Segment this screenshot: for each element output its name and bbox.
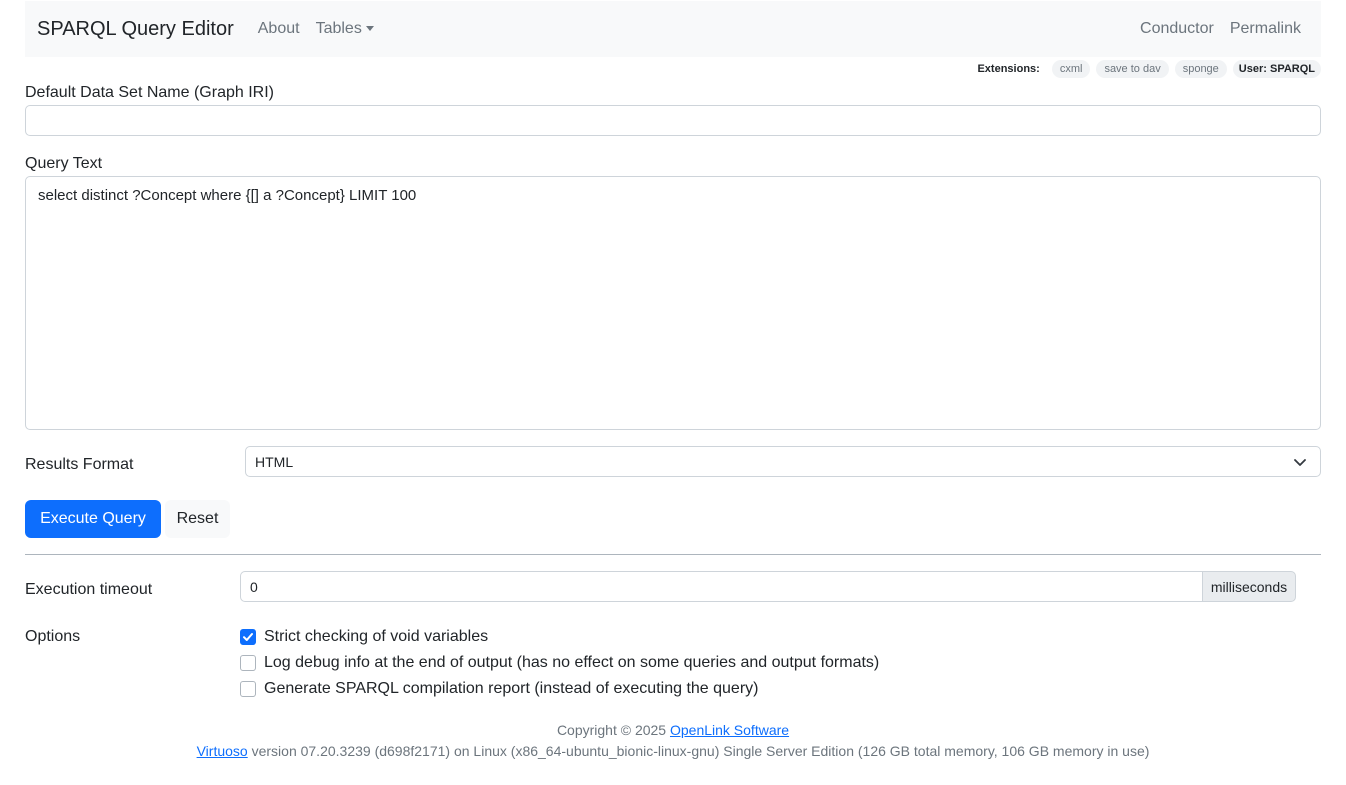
chevron-down-icon (1294, 459, 1306, 466)
timeout-label: Execution timeout (25, 581, 153, 598)
timeout-unit-addon: milliseconds (1202, 571, 1296, 602)
option-compilation-report: Generate SPARQL compilation report (inst… (240, 680, 758, 698)
dataset-label: Default Data Set Name (Graph IRI) (25, 84, 274, 101)
divider (25, 554, 1321, 555)
checkmark-icon (243, 633, 253, 641)
nav-conductor-link[interactable]: Conductor (1140, 20, 1214, 38)
timeout-input[interactable] (240, 571, 1202, 602)
option-log-debug: Log debug info at the end of output (has… (240, 654, 879, 672)
query-label: Query Text (25, 155, 103, 172)
query-textarea[interactable]: select distinct ?Concept where {[] a ?Co… (25, 176, 1321, 430)
options-label: Options (25, 628, 81, 645)
nav-permalink-link[interactable]: Permalink (1230, 20, 1301, 38)
openlink-link[interactable]: OpenLink Software (670, 722, 789, 738)
version-text: version 07.20.3239 (d698f2171) on Linux … (251, 743, 1150, 759)
nav-right: Conductor Permalink (1140, 20, 1317, 38)
ext-sponge[interactable]: sponge (1174, 60, 1227, 78)
ext-save-to-dav[interactable]: save to dav (1096, 60, 1169, 78)
compilation-report-label: Generate SPARQL compilation report (inst… (264, 680, 759, 697)
user-badge: User: SPARQL (1232, 60, 1321, 78)
execute-query-button[interactable]: Execute Query (25, 500, 161, 538)
compilation-report-checkbox[interactable] (240, 681, 256, 697)
option-strict-void: Strict checking of void variables (240, 628, 488, 646)
extensions-bar: Extensions: cxml save to dav sponge User… (977, 58, 1321, 80)
caret-down-icon (365, 26, 374, 32)
nav-tables-dropdown[interactable]: Tables (316, 20, 374, 38)
strict-void-label: Strict checking of void variables (264, 628, 489, 645)
copyright-text: Copyright © 2025 (556, 722, 667, 738)
ext-cxml[interactable]: cxml (1051, 60, 1091, 78)
footer-copyright: Copyright © 2025 OpenLink Software (0, 722, 1346, 738)
extensions-label: Extensions: (977, 63, 1040, 75)
results-format-select[interactable]: HTML (245, 446, 1321, 477)
brand-title[interactable]: SPARQL Query Editor (37, 18, 234, 41)
results-format-label: Results Format (25, 456, 134, 473)
nav-tables-label: Tables (315, 20, 362, 37)
timeout-input-group: milliseconds (240, 571, 1296, 602)
strict-void-checkbox[interactable] (240, 629, 256, 645)
navbar: SPARQL Query Editor About Tables Conduct… (25, 1, 1321, 57)
log-debug-checkbox[interactable] (240, 655, 256, 671)
log-debug-label: Log debug info at the end of output (has… (264, 654, 880, 671)
nav-about-link[interactable]: About (258, 20, 300, 38)
dataset-input[interactable] (25, 105, 1321, 136)
footer-version: Virtuoso version 07.20.3239 (d698f2171) … (0, 743, 1346, 759)
results-format-value: HTML (255, 453, 294, 470)
virtuoso-link[interactable]: Virtuoso (197, 743, 248, 759)
reset-button[interactable]: Reset (165, 500, 230, 538)
